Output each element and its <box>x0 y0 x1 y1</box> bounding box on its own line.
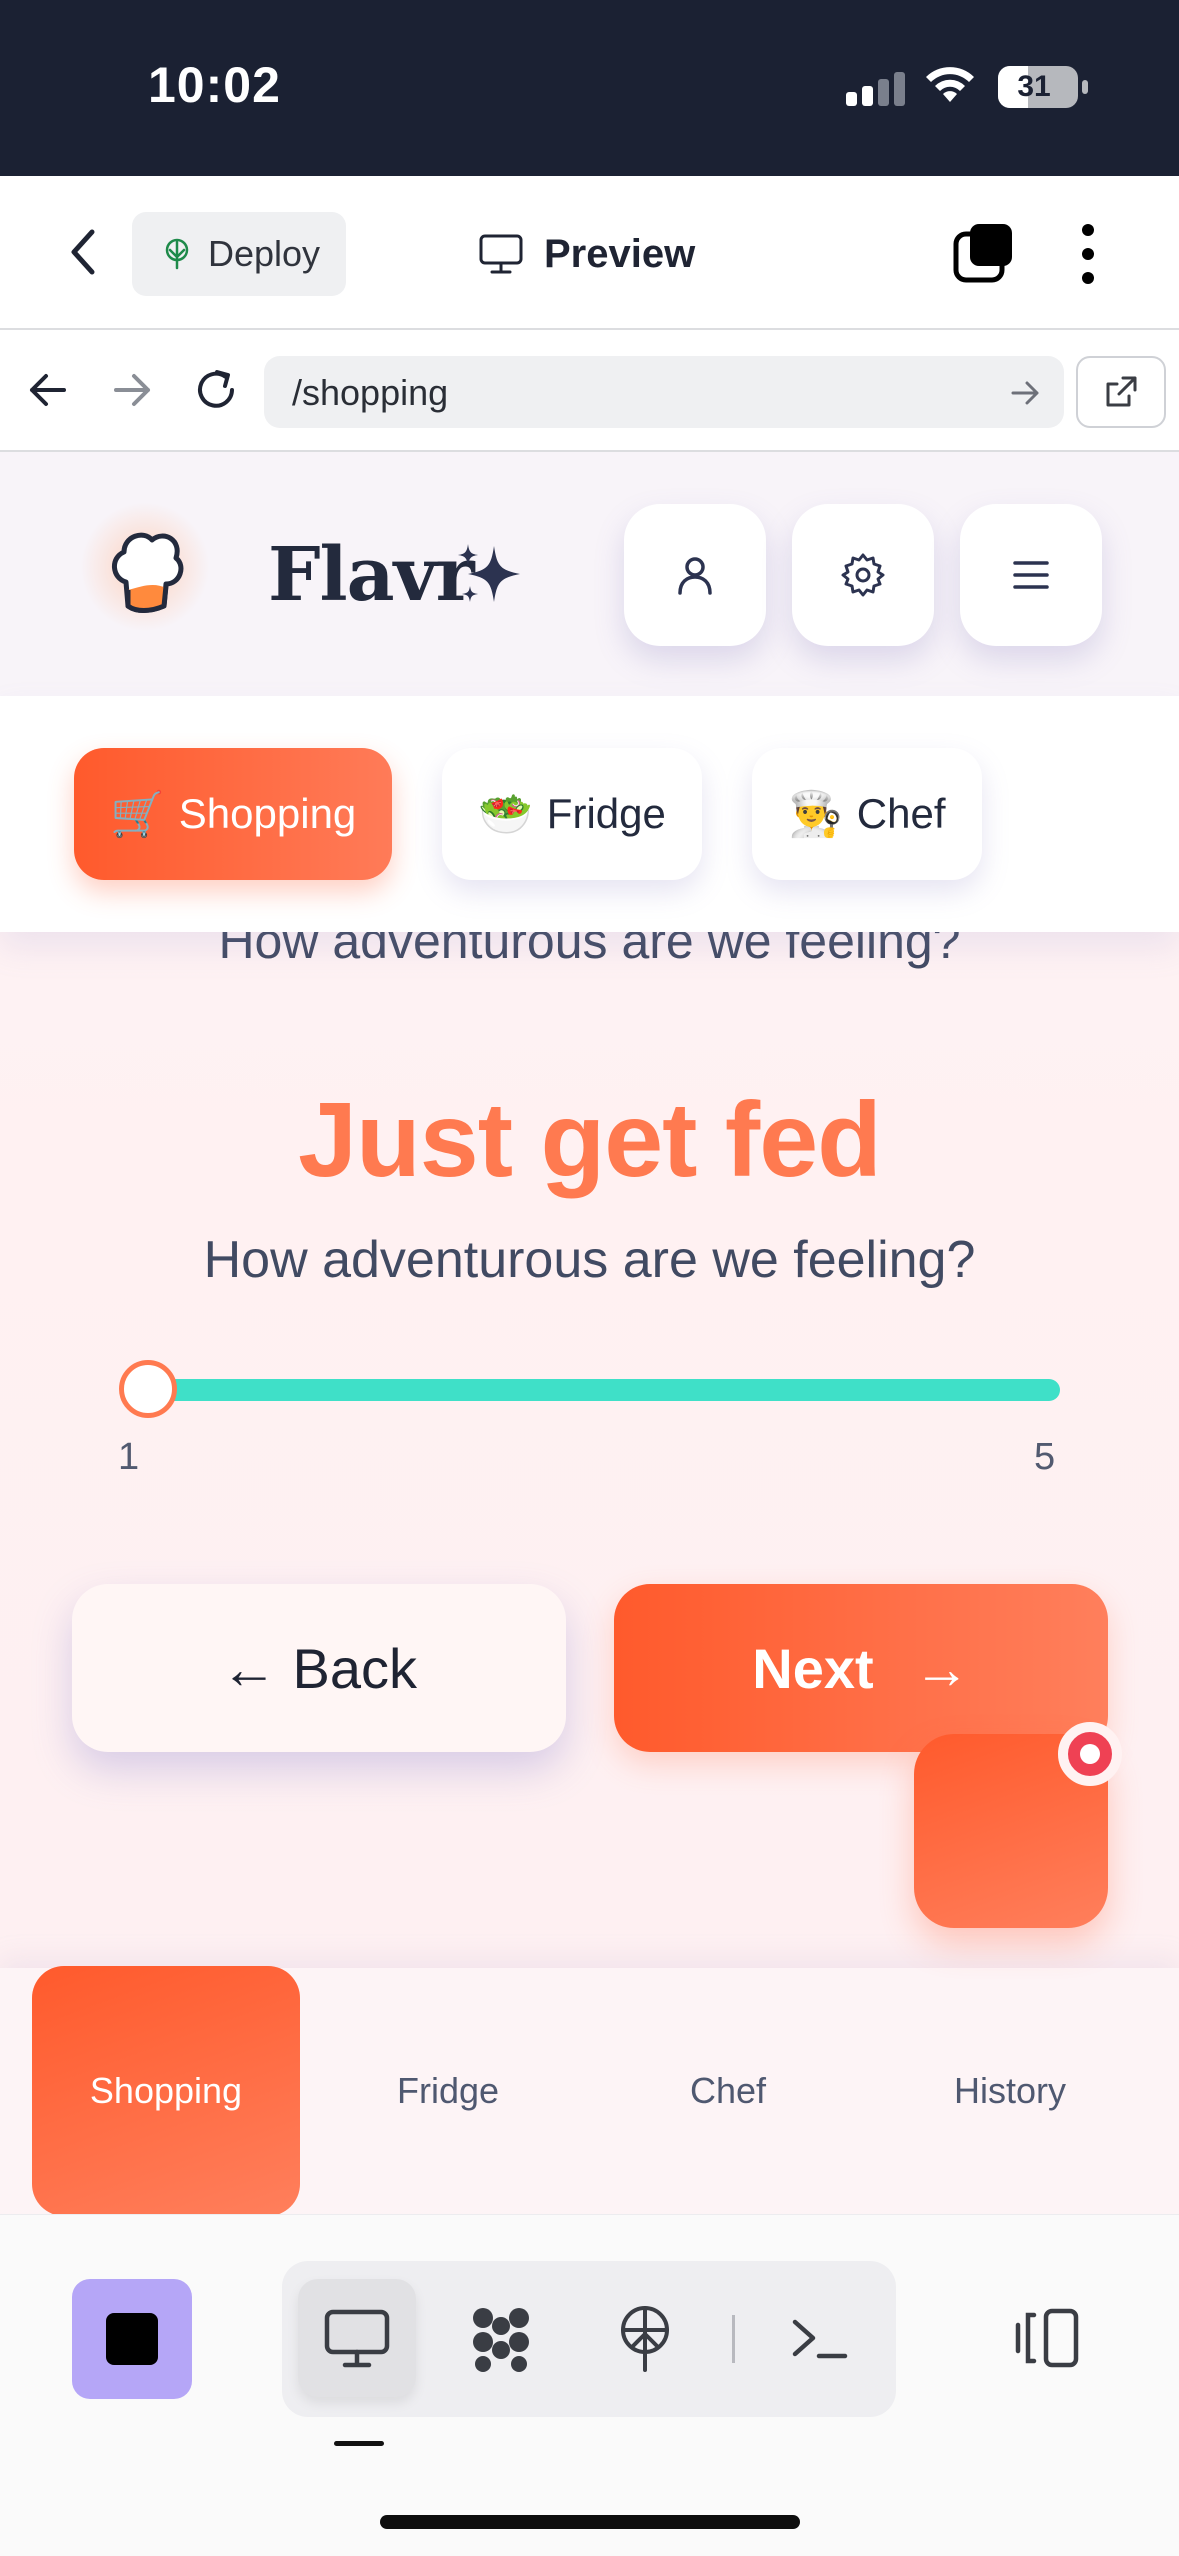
tab-fridge-label: Fridge <box>546 790 666 837</box>
external-link-icon <box>1106 376 1137 407</box>
stop-button[interactable] <box>72 2279 192 2399</box>
gear-icon <box>841 553 885 597</box>
menu-icon <box>1013 561 1049 589</box>
back-button[interactable]: ← Back <box>72 1584 566 1752</box>
url-text: /shopping <box>292 372 449 413</box>
chef-emoji-icon: 👨‍🍳 <box>788 790 843 839</box>
bottom-nav-history[interactable]: History <box>876 1968 1144 2214</box>
slider-max-label: 5 <box>1034 1436 1056 1478</box>
bottom-nav-fridge[interactable]: Fridge <box>314 1968 582 2214</box>
tab-fridge[interactable]: 🥗 Fridge <box>442 748 702 880</box>
reload-icon[interactable] <box>192 366 240 414</box>
monitor-icon <box>479 234 523 274</box>
next-label: Next <box>752 1636 874 1700</box>
salad-emoji-icon: 🥗 <box>478 790 533 839</box>
deploy-tree-icon <box>165 238 189 270</box>
profile-button[interactable] <box>624 504 766 646</box>
deploy-button[interactable]: Deploy <box>132 212 346 296</box>
status-bar: 10:02 31 <box>0 0 1179 176</box>
menu-button[interactable] <box>960 504 1102 646</box>
toolbar-divider <box>732 2315 735 2363</box>
more-options-icon[interactable] <box>1064 222 1112 286</box>
terminal-icon <box>792 2319 848 2359</box>
settings-button[interactable] <box>792 504 934 646</box>
panel-toggle-icon[interactable] <box>1010 2307 1082 2369</box>
workflow-view-button[interactable] <box>442 2279 560 2397</box>
app-header: Flavr <box>0 452 1179 696</box>
chef-hat-logo-icon <box>112 532 184 613</box>
browser-forward-icon[interactable] <box>108 366 156 414</box>
editor-top-bar: Deploy Preview <box>0 176 1179 330</box>
status-time: 10:02 <box>148 57 281 113</box>
stop-icon <box>106 2313 158 2365</box>
wifi-icon <box>926 67 974 102</box>
notification-dot <box>1058 1722 1122 1786</box>
active-view-indicator <box>334 2441 384 2446</box>
bottom-nav-shopping[interactable]: Shopping <box>32 1966 300 2214</box>
tab-shopping-label: Shopping <box>178 790 357 837</box>
cart-emoji-icon: 🛒 <box>110 790 165 839</box>
terminal-view-button[interactable] <box>760 2279 878 2397</box>
adventure-slider-thumb[interactable] <box>119 1360 177 1418</box>
cellular-signal-icon <box>846 72 906 106</box>
preview-label: Preview <box>544 231 696 276</box>
app-brand: Flavr <box>268 532 475 618</box>
battery-level: 31 <box>1017 70 1051 103</box>
url-bar[interactable]: /shopping <box>264 356 1064 428</box>
go-arrow-icon[interactable] <box>1008 376 1042 410</box>
tabs-stack-icon[interactable] <box>952 222 1014 284</box>
back-chevron-icon[interactable] <box>60 224 110 280</box>
deploy-icon <box>621 2306 669 2372</box>
editor-bottom-toolbar <box>0 2214 1179 2556</box>
battery-icon: 31 <box>998 66 1088 108</box>
open-external-button[interactable] <box>1076 356 1166 428</box>
user-icon <box>678 557 712 595</box>
tab-shopping[interactable]: 🛒 Shopping <box>74 748 393 880</box>
tab-chef-label: Chef <box>856 790 946 837</box>
bottom-nav-chef[interactable]: Chef <box>594 1968 862 2214</box>
tab-chef[interactable]: 👨‍🍳 Chef <box>752 748 982 880</box>
preview-view-button[interactable] <box>298 2279 416 2397</box>
browser-bar: /shopping <box>0 332 1179 452</box>
deploy-label: Deploy <box>208 233 321 274</box>
adventure-question: How adventurous are we feeling? <box>203 1231 976 1289</box>
app-preview: Flavr 🛒 Shopping <box>0 452 1179 2214</box>
arrow-right-icon: → <box>913 1636 970 1700</box>
home-indicator <box>380 2515 800 2529</box>
bottom-nav: Shopping Fridge Chef History <box>0 1966 1179 2214</box>
deploy-view-button[interactable] <box>586 2279 704 2397</box>
sparkles-icon <box>458 544 520 602</box>
slider-min-label: 1 <box>118 1436 140 1478</box>
monitor-icon <box>324 2309 390 2368</box>
next-button[interactable]: Next → <box>614 1584 1108 1752</box>
adventure-slider-track[interactable] <box>148 1379 1060 1401</box>
mode-tabs: 🛒 Shopping 🥗 Fridge 👨‍🍳 Chef <box>0 696 1179 932</box>
preview-tab[interactable]: Preview <box>478 226 695 282</box>
workflow-icon <box>473 2308 529 2372</box>
browser-back-icon[interactable] <box>24 366 72 414</box>
adventure-level-title: Just get fed <box>298 1081 882 1199</box>
view-switcher <box>282 2261 896 2417</box>
